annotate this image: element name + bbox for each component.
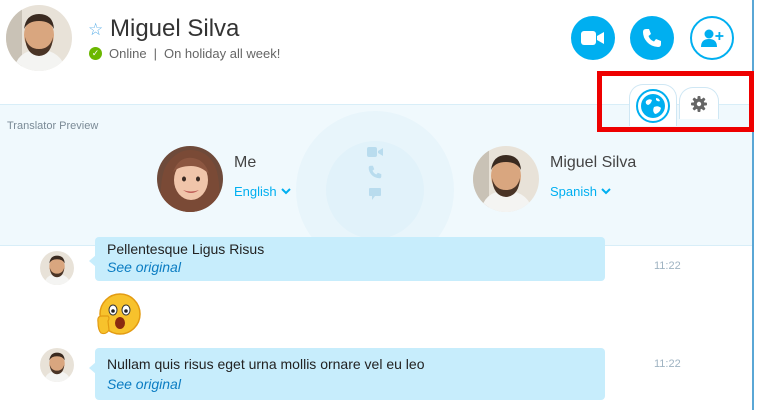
my-avatar [157,146,223,212]
online-status-icon: ✓ [89,47,102,60]
message-avatar [40,348,74,382]
mood-message: On holiday all week! [163,46,281,61]
chevron-down-icon [280,188,291,195]
contact-avatar[interactable] [6,5,72,71]
add-people-button[interactable] [690,16,734,60]
chevron-down-icon [601,188,611,195]
contact-preview-name: Miguel Silva [550,154,637,171]
contact-language-select[interactable]: Spanish [550,184,611,199]
audio-call-button[interactable] [630,16,674,60]
message-timestamp: 11:22 [654,260,681,272]
my-name: Me [234,154,257,171]
presence-status: Online [109,46,147,61]
my-language-select[interactable]: English [234,184,291,199]
see-original-link[interactable]: See original [107,259,593,275]
surprised-emoticon [96,292,142,338]
contact-language-label: Spanish [550,184,597,199]
panel-title: Translator Preview [7,120,99,132]
message-avatar [40,251,74,285]
phone-icon [643,29,661,47]
video-mode-icon [367,147,383,157]
favorite-star-icon[interactable]: ☆ [88,21,103,38]
message-text: Pellentesque Ligus Risus [107,241,265,257]
translation-modes [365,147,385,201]
message-bubble[interactable]: Pellentesque Ligus Risus See original [89,237,605,281]
message-timestamp: 11:22 [654,358,681,370]
video-call-button[interactable] [571,16,615,60]
status-separator: | [153,46,157,61]
bubble-tail [89,362,96,374]
contact-preview-avatar [473,146,539,212]
message-text: Nullam quis risus eget urna mollis ornar… [107,356,425,372]
highlight-box [597,71,754,132]
message-bubble[interactable]: Nullam quis risus eget urna mollis ornar… [89,348,605,400]
chat-mode-icon [369,188,381,200]
scrollbar[interactable] [752,0,754,410]
call-mode-icon [368,165,382,179]
add-person-icon [701,29,724,47]
chat-window: ☆ Miguel Silva ✓ Online | On holiday all… [0,0,760,410]
bubble-tail [89,255,96,267]
status-row: ✓ Online | On holiday all week! [89,46,280,61]
my-language-label: English [234,184,277,199]
video-camera-icon [581,31,604,45]
message-list[interactable]: Pellentesque Ligus Risus See original 11… [0,237,752,410]
contact-name: Miguel Silva [110,15,240,42]
see-original-link[interactable]: See original [107,376,593,392]
